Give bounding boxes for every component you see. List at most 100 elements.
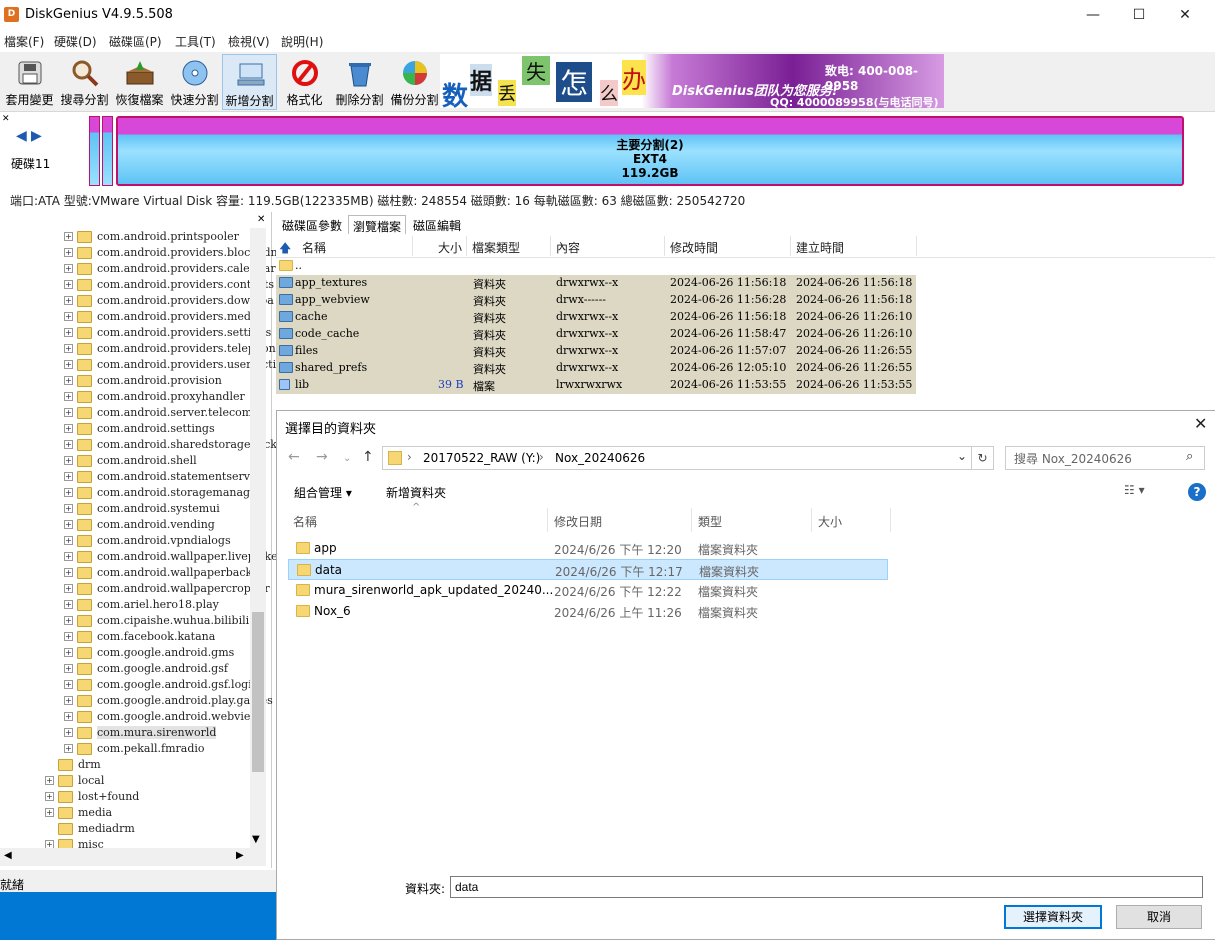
tree-item[interactable]: + com.android.providers.settings	[0, 326, 271, 342]
expand-icon[interactable]: +	[64, 408, 73, 417]
column-modified[interactable]: 修改時間	[670, 239, 718, 256]
menu-view[interactable]: 檢視(V)	[228, 33, 270, 50]
tree-item[interactable]: + com.android.systemui	[0, 502, 250, 518]
forward-arrow-icon[interactable]: →	[316, 449, 328, 465]
tree-item[interactable]: + com.android.providers.blockedn	[0, 246, 278, 262]
expand-icon[interactable]: +	[64, 728, 73, 737]
back-arrow-icon[interactable]: ←	[288, 449, 300, 465]
expand-icon[interactable]: +	[64, 680, 73, 689]
expand-icon[interactable]: +	[64, 584, 73, 593]
expand-icon[interactable]: +	[64, 536, 73, 545]
menu-tools[interactable]: 工具(T)	[175, 33, 216, 50]
dialog-column-name[interactable]: 名稱	[293, 513, 317, 530]
expand-icon[interactable]: +	[64, 440, 73, 449]
expand-icon[interactable]: +	[64, 552, 73, 561]
dialog-column-size[interactable]: 大小	[818, 513, 842, 530]
search-input[interactable]: 搜尋 Nox_20240626 ⌕	[1005, 446, 1205, 470]
menu-disk[interactable]: 硬碟(D)	[54, 33, 97, 50]
expand-icon[interactable]: +	[64, 696, 73, 705]
column-attributes[interactable]: 內容	[556, 239, 580, 256]
tree-item[interactable]: + com.google.android.gms	[0, 646, 250, 662]
recover-files-button[interactable]: 恢復檔案	[112, 54, 167, 110]
tree-item[interactable]: + com.android.providers.telephon	[0, 342, 276, 358]
tree-item[interactable]: + com.android.vending	[0, 518, 250, 534]
close-button[interactable]: ✕	[1162, 0, 1208, 30]
tree-item[interactable]: + com.cipaishe.wuhua.bilibili	[0, 614, 250, 630]
tree-scroll-left-icon[interactable]: ◀	[4, 850, 12, 861]
expand-icon[interactable]: +	[64, 280, 73, 289]
expand-icon[interactable]: +	[64, 344, 73, 353]
tree-item[interactable]: + com.android.printspooler	[0, 230, 250, 246]
tree-item[interactable]: + com.mura.sirenworld	[0, 726, 250, 742]
new-partition-button[interactable]: 新增分割	[222, 54, 277, 110]
expand-icon[interactable]: +	[64, 376, 73, 385]
tree-item[interactable]: drm	[0, 758, 250, 774]
tree-scroll-down-icon[interactable]: ▼	[252, 834, 260, 845]
dialog-folder-row[interactable]: mura_sirenworld_apk_updated_20240... 2024…	[288, 580, 888, 601]
tree-item[interactable]: + com.android.server.telecom	[0, 406, 252, 422]
new-folder-button[interactable]: 新增資料夾	[386, 484, 446, 501]
minimize-button[interactable]: —	[1070, 0, 1116, 30]
tree-scroll-right-icon[interactable]: ▶	[236, 850, 244, 861]
file-row[interactable]: lib 39 B 檔案 lrwxrwxrwx 2024-06-26 11:53:55 20…	[276, 377, 916, 394]
save-changes-button[interactable]: 套用變更	[2, 54, 57, 110]
expand-icon[interactable]: +	[64, 616, 73, 625]
tab-partition-params[interactable]: 磁碟區參數	[278, 215, 346, 235]
tree-scroll-thumb[interactable]	[252, 612, 264, 772]
menu-help[interactable]: 說明(H)	[281, 33, 323, 50]
tree-item[interactable]: + media	[0, 806, 250, 822]
file-row[interactable]: files 資料夾 drwxrwx--x 2024-06-26 11:57:07 202…	[276, 343, 916, 360]
expand-icon[interactable]: +	[64, 488, 73, 497]
expand-icon[interactable]: +	[64, 248, 73, 257]
file-row[interactable]: app_webview 資料夾 drwx------ 2024-06-26 11:56…	[276, 292, 916, 309]
expand-icon[interactable]: +	[64, 312, 73, 321]
expand-icon[interactable]	[45, 760, 54, 769]
tree-item[interactable]: + com.pekall.fmradio	[0, 742, 250, 758]
expand-icon[interactable]: +	[45, 808, 54, 817]
up-arrow-icon[interactable]: ↑	[362, 449, 374, 465]
recent-locations-chevron-icon[interactable]: ⌄	[343, 453, 351, 464]
quick-partition-button[interactable]: 快速分割	[167, 54, 222, 110]
expand-icon[interactable]: +	[64, 232, 73, 241]
tree-item[interactable]: + com.android.providers.downloa	[0, 294, 274, 310]
dialog-folder-row[interactable]: app 2024/6/26 下午 12:20 檔案資料夾	[288, 538, 888, 559]
folder-name-input[interactable]	[450, 876, 1203, 898]
small-partition-2[interactable]	[102, 116, 113, 186]
tree-horizontal-scrollbar[interactable]: ◀ ▶	[0, 848, 266, 866]
tree-item[interactable]: + com.android.providers.media	[0, 310, 261, 326]
tree-item[interactable]: + com.android.providers.calendar	[0, 262, 276, 278]
tree-item[interactable]: + local	[0, 774, 250, 790]
tree-item[interactable]: + com.android.settings	[0, 422, 250, 438]
expand-icon[interactable]: +	[64, 360, 73, 369]
tree-item[interactable]: + com.ariel.hero18.play	[0, 598, 250, 614]
tree-item[interactable]: + com.android.statementservice	[0, 470, 266, 486]
tree-item[interactable]: + com.google.android.play.games	[0, 694, 273, 710]
tree-item[interactable]: + com.android.storagemanager	[0, 486, 262, 502]
tab-browse-files[interactable]: 瀏覽檔案	[348, 215, 407, 235]
refresh-icon[interactable]: ↻	[972, 446, 994, 470]
tree-item[interactable]: + com.android.provision	[0, 374, 250, 390]
expand-icon[interactable]: +	[64, 744, 73, 753]
dialog-column-type[interactable]: 類型	[698, 513, 722, 530]
expand-icon[interactable]: +	[45, 776, 54, 785]
expand-icon[interactable]: +	[64, 632, 73, 641]
tree-item[interactable]: + com.facebook.katana	[0, 630, 250, 646]
tree-item[interactable]: + com.android.vpndialogs	[0, 534, 250, 550]
help-icon[interactable]: ?	[1188, 483, 1206, 501]
maximize-button[interactable]: ☐	[1116, 0, 1162, 30]
file-row[interactable]: ..	[276, 258, 916, 275]
tree-close-icon[interactable]: ✕	[257, 214, 265, 225]
tab-sector-editor[interactable]: 磁區編輯	[409, 215, 465, 235]
format-button[interactable]: 格式化	[277, 54, 332, 110]
tree-item[interactable]: + com.android.wallpaperbackup	[0, 566, 266, 582]
expand-icon[interactable]: +	[64, 504, 73, 513]
view-options-icon[interactable]: ☷ ▾	[1124, 483, 1145, 497]
tree-item[interactable]: + lost+found	[0, 790, 250, 806]
file-row[interactable]: cache 資料夾 drwxrwx--x 2024-06-26 11:56:18 202…	[276, 309, 916, 326]
tree-item[interactable]: + com.android.wallpaper.livepicke	[0, 550, 278, 566]
dialog-folder-row[interactable]: Nox_6 2024/6/26 上午 11:26 檔案資料夾	[288, 601, 888, 622]
disk-prev-arrow-icon[interactable]: ◀	[16, 128, 27, 144]
expand-icon[interactable]: +	[64, 648, 73, 657]
backup-partition-button[interactable]: 備份分割	[387, 54, 442, 110]
expand-icon[interactable]: +	[64, 296, 73, 305]
